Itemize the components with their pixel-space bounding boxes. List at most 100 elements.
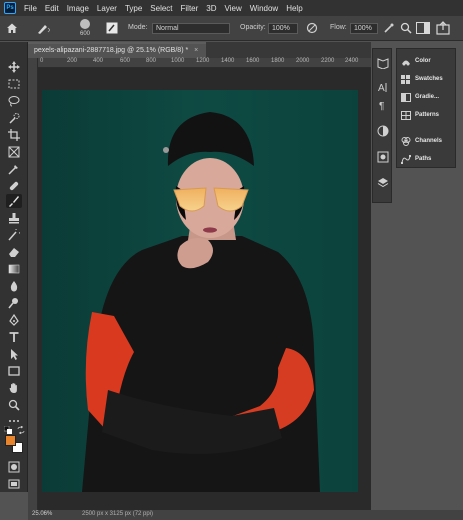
document-tab[interactable]: pexels-alipazani-2887718.jpg @ 25.1% (RG…	[28, 42, 206, 58]
svg-text:¶: ¶	[379, 101, 384, 111]
ruler-tick: 1600	[246, 58, 260, 64]
menu-help[interactable]: Help	[286, 4, 302, 13]
quick-mask-icon[interactable]	[6, 460, 22, 474]
adjustments-icon[interactable]	[377, 125, 389, 137]
panel-gradients-label: Gradie...	[415, 94, 440, 100]
default-colors-icon[interactable]	[4, 426, 12, 434]
panel-paths[interactable]: Paths	[401, 153, 431, 165]
opacity-label: Opacity:	[240, 24, 266, 31]
eyedropper-tool-icon[interactable]	[6, 162, 22, 176]
share-icon[interactable]	[436, 21, 450, 35]
dodge-tool-icon[interactable]	[6, 296, 22, 310]
status-bar: 25.06% 2500 px x 3125 px (72 ppi)	[28, 510, 463, 520]
ruler-tick: 1200	[196, 58, 210, 64]
history-brush-tool-icon[interactable]	[6, 228, 22, 242]
lasso-tool-icon[interactable]	[6, 94, 22, 108]
ruler-tick: 600	[120, 58, 131, 64]
menu-window[interactable]: Window	[250, 4, 278, 13]
brush-tool-icon[interactable]	[6, 194, 22, 208]
ruler-tick: 2200	[321, 58, 335, 64]
menu-type[interactable]: Type	[125, 4, 142, 13]
photo-beanie-pin	[163, 147, 169, 153]
document-info[interactable]: 2500 px x 3125 px (72 ppi)	[82, 511, 153, 517]
panel-paths-label: Paths	[415, 156, 432, 162]
menu-layer[interactable]: Layer	[97, 4, 117, 13]
rectangle-tool-icon[interactable]	[6, 364, 22, 378]
patterns-icon	[401, 110, 411, 120]
menu-image[interactable]: Image	[67, 4, 89, 13]
close-tab-icon[interactable]: ×	[194, 47, 198, 54]
mode-label: Mode:	[128, 24, 148, 31]
blur-tool-icon[interactable]	[6, 279, 22, 293]
menu-select[interactable]: Select	[150, 4, 172, 13]
panel-color-label: Color	[415, 58, 431, 64]
color-icon	[402, 60, 410, 65]
type-tool-icon[interactable]	[6, 330, 22, 344]
quick-select-tool-icon[interactable]	[6, 111, 22, 125]
menu-filter[interactable]: Filter	[181, 4, 199, 13]
ruler-tick: 800	[146, 58, 157, 64]
ruler-tick: 1800	[271, 58, 285, 64]
brush-preset-icon[interactable]	[36, 22, 50, 34]
marquee-tool-icon[interactable]	[6, 77, 22, 91]
document-tab-title: pexels-alipazani-2887718.jpg @ 25.1% (RG…	[34, 47, 189, 54]
airbrush-icon[interactable]	[383, 22, 395, 34]
paragraph-icon[interactable]: ¶	[377, 99, 389, 111]
clone-stamp-tool-icon[interactable]	[6, 211, 22, 225]
vertical-ruler[interactable]	[28, 58, 38, 510]
gradient-tool-icon[interactable]	[6, 262, 22, 276]
zoom-level-field[interactable]: 25.06%	[32, 511, 52, 517]
opacity-pressure-icon[interactable]	[306, 22, 318, 34]
canvas-area[interactable]	[38, 68, 371, 510]
panel-gradients[interactable]: Gradie...	[401, 91, 439, 103]
ruler-tick: 0	[40, 58, 44, 64]
workspace-icon[interactable]	[416, 22, 430, 34]
panel-swatches[interactable]: Swatches	[401, 73, 443, 85]
paths-icon	[401, 154, 411, 164]
menu-3d[interactable]: 3D	[206, 4, 216, 13]
menu-bar: Ps File Edit Image Layer Type Select Fil…	[0, 0, 463, 16]
swap-colors-icon[interactable]	[17, 426, 25, 434]
photoshop-logo: Ps	[4, 2, 16, 14]
brush-settings-icon[interactable]	[106, 22, 118, 34]
search-icon[interactable]	[400, 22, 412, 34]
frame-tool-icon[interactable]	[6, 145, 22, 159]
healing-brush-tool-icon[interactable]	[6, 179, 22, 193]
character-icon[interactable]: A	[377, 81, 389, 93]
swatches-icon	[401, 74, 410, 84]
foreground-color-swatch[interactable]	[5, 435, 16, 446]
panel-channels-label: Channels	[415, 138, 443, 144]
layers-icon[interactable]	[377, 177, 389, 189]
horizontal-ruler[interactable]: 0 200 400 600 800 1000 1200 1400 1600 18…	[38, 58, 371, 68]
ruler-tick: 2000	[296, 58, 310, 64]
brush-tip-preview-icon[interactable]	[78, 17, 92, 31]
panel-patterns[interactable]: Patterns	[401, 109, 439, 121]
panel-patterns-label: Patterns	[415, 112, 440, 118]
screen-mode-icon[interactable]	[6, 477, 22, 491]
ruler-tick: 1400	[221, 58, 235, 64]
panel-color[interactable]: Color	[401, 55, 431, 67]
pen-tool-icon[interactable]	[6, 313, 22, 327]
hand-tool-icon[interactable]	[6, 381, 22, 395]
flow-field[interactable]: 100%	[350, 23, 378, 34]
opacity-field[interactable]: 100%	[268, 23, 298, 34]
libraries-icon[interactable]	[377, 151, 389, 163]
svg-text:A: A	[378, 83, 385, 93]
menu-file[interactable]: File	[24, 4, 37, 13]
flow-label: Flow:	[330, 24, 347, 31]
zoom-tool-icon[interactable]	[6, 398, 22, 412]
ruler-tick: 1000	[171, 58, 185, 64]
photo-canvas[interactable]	[42, 90, 358, 492]
move-tool-icon[interactable]	[6, 60, 22, 74]
crop-tool-icon[interactable]	[6, 128, 22, 142]
brush-size-value: 600	[80, 31, 91, 37]
panel-channels[interactable]: Channels	[401, 135, 442, 147]
path-select-tool-icon[interactable]	[6, 347, 22, 361]
eraser-tool-icon[interactable]	[6, 245, 22, 259]
learn-icon[interactable]	[377, 57, 389, 69]
mode-select[interactable]: Normal	[152, 23, 230, 34]
ruler-tick: 400	[93, 58, 104, 64]
menu-edit[interactable]: Edit	[45, 4, 59, 13]
home-icon[interactable]	[6, 22, 18, 34]
menu-view[interactable]: View	[225, 4, 242, 13]
